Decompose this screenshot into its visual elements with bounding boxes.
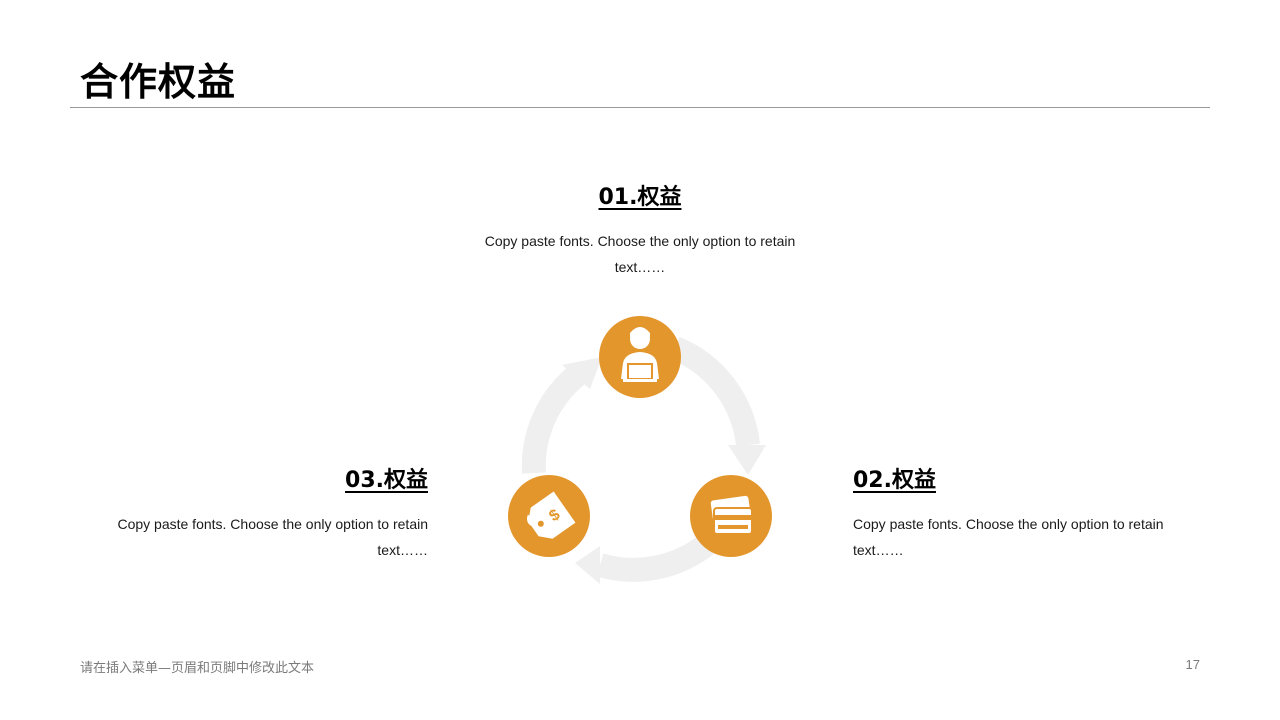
- title-divider: [70, 107, 1210, 108]
- benefit-heading: 02.权益: [853, 468, 936, 493]
- cycle-diagram: $: [508, 316, 772, 584]
- benefit-03: 03.权益 Copy paste fonts. Choose the only …: [98, 466, 428, 563]
- benefit-description: Copy paste fonts. Choose the only option…: [853, 516, 1164, 558]
- cycle-arrow-left-top: [521, 357, 602, 474]
- page-title: 合作权益: [80, 60, 237, 104]
- footer-text: 请在插入菜单—页眉和页脚中修改此文本: [80, 661, 315, 676]
- benefit-description: Copy paste fonts. Choose the only option…: [117, 516, 428, 558]
- page-number: 17: [1185, 657, 1200, 672]
- cycle-arrow-right-bottom: [575, 528, 724, 584]
- benefit-01: 01.权益 Copy paste fonts. Choose the only …: [475, 183, 805, 280]
- benefit-description: Copy paste fonts. Choose the only option…: [484, 233, 796, 275]
- benefit-02: 02.权益 Copy paste fonts. Choose the only …: [853, 466, 1183, 563]
- benefit-01-node: [599, 316, 681, 398]
- benefit-03-node: $: [508, 475, 590, 557]
- cycle-arrow-top-right: [670, 336, 766, 475]
- benefit-02-node: [690, 475, 772, 557]
- benefit-heading: 03.权益: [345, 468, 428, 493]
- benefit-heading: 01.权益: [598, 185, 682, 210]
- credit-card-icon: [710, 495, 753, 535]
